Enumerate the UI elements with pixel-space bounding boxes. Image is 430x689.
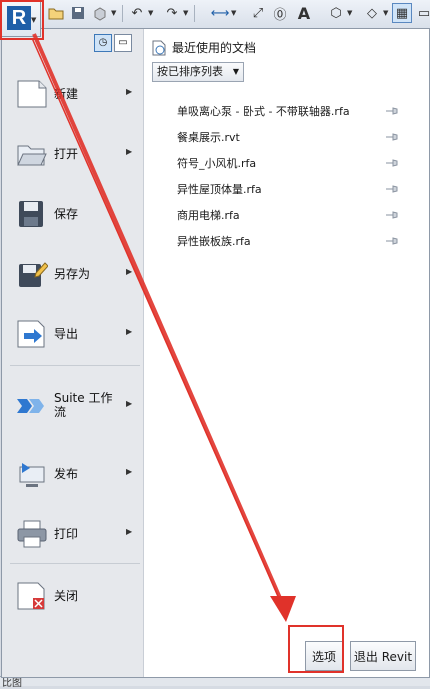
redo-icon[interactable]: ↷: [164, 5, 180, 21]
chevron-down-icon[interactable]: ▼: [383, 9, 388, 17]
save-as-icon: [16, 259, 49, 289]
recent-document-item[interactable]: 餐桌展示.rvt: [177, 127, 417, 147]
print-icon: [16, 519, 48, 549]
section-icon[interactable]: ◇: [364, 5, 380, 21]
tag-icon[interactable]: ⓪: [272, 5, 288, 23]
recent-document-item[interactable]: 商用电梯.rfa: [177, 205, 417, 225]
menu-item-label: 打开: [54, 146, 79, 161]
chevron-down-icon[interactable]: ▼: [231, 9, 236, 17]
new-document-icon: [16, 79, 48, 109]
chevron-down-icon: ▼: [232, 67, 239, 76]
menu-item-label: 保存: [54, 206, 79, 221]
toolbar-separator: [194, 5, 195, 22]
text-icon[interactable]: A: [296, 4, 312, 23]
menu-item-label: 导出: [54, 326, 79, 341]
chevron-right-icon: ▶: [126, 467, 133, 476]
recent-documents-icon: [152, 40, 166, 55]
pin-icon[interactable]: [385, 183, 399, 195]
pin-icon[interactable]: [385, 131, 399, 143]
chevron-down-icon[interactable]: ▼: [111, 9, 116, 17]
chevron-right-icon: ▶: [126, 267, 133, 276]
save-disk-icon: [16, 199, 48, 229]
recent-document-item[interactable]: 符号_小风机.rfa: [177, 153, 417, 173]
menu-item-export[interactable]: 导出 ▶: [2, 307, 143, 359]
recent-document-name: 餐桌展示.rvt: [177, 131, 240, 144]
chevron-right-icon: ▶: [126, 527, 133, 536]
pin-icon[interactable]: [385, 235, 399, 247]
view-toggle-group: ◷ ▭: [94, 34, 134, 52]
menu-item-label: Suite 工作流: [54, 391, 113, 419]
recent-documents-icon[interactable]: ◷: [94, 34, 112, 52]
application-menu: 新建 ▶ 打开 ▶ 保存 另存为 ▶ 导出 ▶ Suite 工作流 ▶ 发布 ▶…: [1, 28, 430, 678]
suite-workflow-icon: [16, 391, 48, 421]
menu-separator: [10, 563, 140, 564]
publish-icon: [16, 459, 48, 489]
menu-item-label: 新建: [54, 86, 79, 101]
menu-item-new[interactable]: 新建 ▶: [2, 67, 143, 119]
recent-document-name: 异性嵌板族.rfa: [177, 235, 251, 248]
recent-document-item[interactable]: 异性嵌板族.rfa: [177, 231, 417, 251]
switch-windows-icon[interactable]: ▦: [392, 3, 412, 23]
pin-icon[interactable]: [385, 209, 399, 221]
recent-documents-title: 最近使用的文档: [172, 41, 257, 55]
recent-document-name: 符号_小风机.rfa: [177, 157, 257, 170]
recent-documents-panel: ◷ ▭ 最近使用的文档 按已排序列表 ▼ 单吸离心泵 - 卧式 - 不带联轴器.r…: [94, 29, 429, 677]
application-menu-commands: 新建 ▶ 打开 ▶ 保存 另存为 ▶ 导出 ▶ Suite 工作流 ▶ 发布 ▶…: [2, 29, 144, 677]
recent-documents-header: 最近使用的文档: [152, 39, 256, 56]
close-hidden-icon[interactable]: ▭: [416, 5, 430, 21]
menu-item-label: 打印: [54, 526, 79, 541]
sort-order-value: 按已排序列表: [157, 65, 223, 78]
menu-item-publish[interactable]: 发布 ▶: [2, 447, 143, 499]
menu-item-save-as[interactable]: 另存为 ▶: [2, 247, 143, 299]
dimension-icon[interactable]: ⤢: [250, 5, 266, 21]
open-documents-icon[interactable]: ▭: [114, 34, 132, 52]
close-document-icon: [16, 581, 48, 611]
chevron-right-icon: ▶: [126, 327, 133, 336]
toolbar-separator: [122, 5, 123, 22]
menu-item-open[interactable]: 打开 ▶: [2, 127, 143, 179]
chevron-right-icon: ▶: [126, 147, 133, 156]
chevron-down-icon[interactable]: ▼: [347, 9, 352, 17]
save-icon[interactable]: [70, 5, 86, 21]
export-icon: [16, 319, 48, 349]
recent-document-name: 商用电梯.rfa: [177, 209, 240, 222]
exit-revit-button[interactable]: 退出 Revit: [350, 641, 416, 671]
pin-icon[interactable]: [385, 157, 399, 169]
highlight-box-app-button: [0, 0, 44, 40]
chevron-down-icon[interactable]: ▼: [183, 9, 188, 17]
measure-icon[interactable]: ⟷: [211, 5, 230, 21]
open-icon[interactable]: [48, 5, 64, 21]
recent-document-item[interactable]: 单吸离心泵 - 卧式 - 不带联轴器.rfa: [177, 101, 417, 121]
menu-item-label: 发布: [54, 466, 79, 481]
menu-item-print[interactable]: 打印 ▶: [2, 507, 143, 559]
open-folder-icon: [16, 139, 48, 169]
chevron-down-icon[interactable]: ▼: [148, 9, 153, 17]
menu-item-suite-workflow[interactable]: Suite 工作流 ▶: [2, 379, 143, 431]
quick-access-toolbar: R ▼ ▼ ↶ ▼ ↷ ▼ ⟷ ▼ ⤢ ⓪ A ⬡ ▼ ◇ ▼ ▦ ▭: [0, 0, 430, 37]
menu-separator: [10, 365, 140, 366]
3d-view-icon[interactable]: ⬡: [328, 5, 344, 21]
pin-icon[interactable]: [385, 105, 399, 117]
chevron-right-icon: ▶: [126, 399, 133, 408]
recent-document-name: 单吸离心泵 - 卧式 - 不带联轴器.rfa: [177, 105, 350, 118]
undo-icon[interactable]: ↶: [129, 5, 145, 21]
chevron-right-icon: ▶: [126, 87, 133, 96]
highlight-box-options: [288, 625, 344, 673]
sort-order-dropdown[interactable]: 按已排序列表 ▼: [152, 62, 244, 82]
menu-item-label: 关闭: [54, 588, 79, 603]
menu-item-close[interactable]: 关闭: [2, 569, 143, 621]
recent-document-item[interactable]: 异性屋顶体量.rfa: [177, 179, 417, 199]
menu-item-save[interactable]: 保存: [2, 187, 143, 239]
recent-document-name: 异性屋顶体量.rfa: [177, 183, 262, 196]
sync-icon[interactable]: [92, 5, 108, 21]
menu-item-label: 另存为: [54, 266, 91, 281]
